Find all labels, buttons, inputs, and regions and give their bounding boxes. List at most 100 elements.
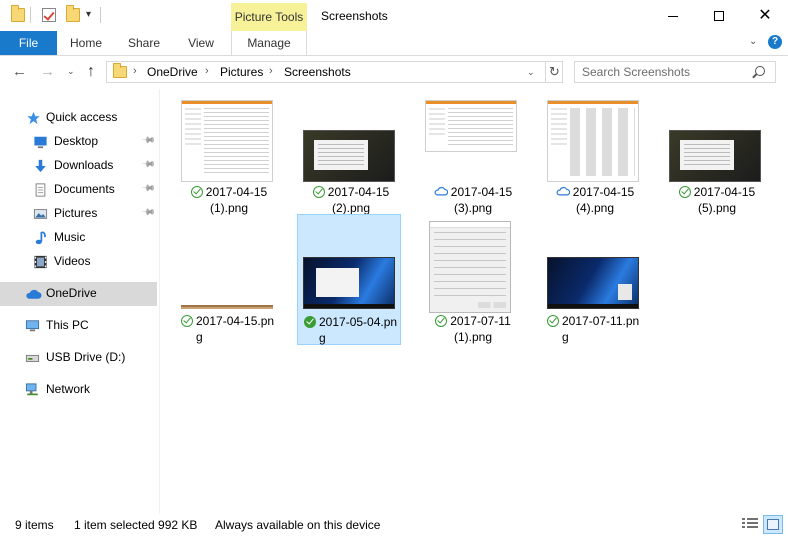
picture-tools-label: Picture Tools — [231, 3, 307, 31]
search-input[interactable]: Search Screenshots — [574, 61, 776, 83]
file-list: 2017-04-15 (1).png 2017-04-15 (2).png 20… — [161, 89, 788, 514]
sidebar-item-documents[interactable]: Documents 📌 — [0, 178, 157, 202]
file-name: 2017-04-15.pn g — [181, 313, 277, 345]
file-item-selected[interactable]: 2017-05-04.pn g — [297, 214, 401, 345]
documents-icon — [35, 183, 46, 197]
details-view-button[interactable] — [742, 517, 758, 531]
file-item[interactable]: 2017-07-11 (1).png — [419, 215, 523, 345]
file-name: 2017-04-15 (2).png — [303, 184, 399, 216]
thumbnail-view-icon — [767, 519, 779, 530]
thumbnail-image — [303, 130, 395, 182]
breadcrumb-screenshots[interactable]: Screenshots — [284, 65, 351, 79]
breadcrumb-separator[interactable]: › — [205, 65, 209, 77]
synced-icon — [435, 315, 448, 327]
thumbnail-image — [547, 100, 639, 182]
star-icon — [27, 111, 40, 125]
tab-view[interactable]: View — [173, 31, 229, 55]
folder-icon — [113, 63, 127, 78]
sidebar-item-pictures[interactable]: Pictures 📌 — [0, 202, 157, 226]
breadcrumb-separator[interactable]: › — [133, 65, 137, 77]
network-icon — [25, 383, 38, 396]
pin-icon[interactable]: 📌 — [141, 133, 156, 149]
help-icon[interactable]: ? — [768, 35, 782, 49]
sidebar-item-usb-drive[interactable]: USB Drive (D:) — [0, 346, 157, 370]
synced-icon — [678, 186, 691, 198]
recent-locations-button[interactable]: ⌄ — [67, 66, 75, 77]
music-icon — [35, 231, 46, 245]
sidebar-item-desktop[interactable]: Desktop 📌 — [0, 130, 157, 154]
thumbnail-image — [425, 100, 517, 152]
file-name: 2017-04-15 (3).png — [425, 184, 521, 216]
cloud-icon — [26, 289, 42, 299]
cloud-icon — [434, 186, 448, 198]
item-count: 9 items — [15, 518, 54, 532]
computer-icon — [25, 320, 40, 332]
sidebar-item-label: Desktop — [54, 134, 99, 148]
breadcrumb-onedrive[interactable]: OneDrive — [147, 65, 198, 79]
sidebar-item-label: Music — [54, 230, 86, 244]
selection-info: 1 item selected 992 KB — [74, 518, 198, 532]
sidebar-item-label: Videos — [54, 254, 91, 268]
pin-icon[interactable]: 📌 — [141, 181, 156, 197]
videos-icon — [34, 255, 47, 269]
tab-home[interactable]: Home — [57, 31, 115, 55]
sidebar-item-videos[interactable]: Videos — [0, 250, 157, 274]
sidebar-item-music[interactable]: Music — [0, 226, 157, 250]
close-button[interactable]: ✕ — [742, 0, 788, 31]
maximize-button[interactable] — [696, 0, 742, 31]
breadcrumb-pictures[interactable]: Pictures — [220, 65, 263, 79]
thumbnail-image — [303, 257, 395, 309]
address-dropdown-icon[interactable]: ⌄ — [527, 67, 535, 78]
folder-icon — [11, 5, 25, 22]
availability-status: Always available on this device — [215, 518, 381, 532]
file-item[interactable]: 2017-04-15 (2).png — [297, 94, 401, 222]
thumbnail-image — [429, 221, 511, 313]
file-item[interactable]: 2017-07-11.pn g — [541, 215, 645, 345]
minimize-icon — [668, 15, 678, 17]
status-bar: 9 items 1 item selected 992 KB Always av… — [0, 514, 788, 537]
large-icons-view-button[interactable] — [763, 515, 783, 534]
thumbnail-image — [181, 305, 273, 309]
file-name: 2017-07-11 (1).png — [425, 313, 521, 345]
up-button[interactable]: ↑ — [87, 63, 95, 81]
qat-dropdown-icon[interactable]: ▾ — [86, 9, 91, 20]
sidebar-item-label: Documents — [54, 182, 115, 196]
refresh-button[interactable]: ↻ — [545, 62, 563, 82]
file-item[interactable]: 2017-04-15 (1).png — [175, 94, 279, 222]
desktop-icon — [34, 136, 47, 149]
sidebar-item-label: Pictures — [54, 206, 98, 220]
tab-manage[interactable]: Manage — [231, 31, 307, 55]
properties-icon[interactable] — [42, 8, 56, 22]
file-item[interactable]: 2017-04-15.pn g — [175, 215, 279, 345]
address-bar[interactable]: › OneDrive › Pictures › Screenshots ⌄ ↻ — [106, 61, 563, 83]
sidebar-item-onedrive[interactable]: OneDrive — [0, 282, 157, 306]
synced-icon — [547, 315, 559, 327]
search-icon[interactable] — [755, 66, 765, 76]
file-name: 2017-04-15 (5).png — [669, 184, 765, 216]
sidebar-item-network[interactable]: Network — [0, 378, 157, 402]
file-item[interactable]: 2017-04-15 (5).png — [663, 94, 767, 222]
sidebar-item-label: This PC — [46, 318, 89, 332]
file-item[interactable]: 2017-04-15 (4).png — [541, 94, 645, 222]
thumbnail-image — [547, 257, 639, 309]
new-folder-icon[interactable] — [66, 5, 80, 22]
pin-icon[interactable]: 📌 — [141, 157, 156, 173]
synced-icon — [181, 315, 193, 327]
thumbnail-image — [181, 100, 273, 182]
forward-button[interactable]: → — [40, 63, 55, 80]
expand-ribbon-icon[interactable]: ⌄ — [749, 36, 757, 47]
sidebar-item-downloads[interactable]: Downloads 📌 — [0, 154, 157, 178]
tab-share[interactable]: Share — [115, 31, 173, 55]
breadcrumb-separator[interactable]: › — [269, 65, 273, 77]
sidebar-item-this-pc[interactable]: This PC — [0, 314, 157, 338]
tab-file[interactable]: File — [0, 31, 57, 55]
file-name: 2017-07-11.pn g — [547, 313, 643, 345]
pin-icon[interactable]: 📌 — [141, 205, 156, 221]
qat-separator — [100, 7, 101, 23]
minimize-button[interactable] — [650, 0, 696, 31]
file-item[interactable]: 2017-04-15 (3).png — [419, 94, 523, 222]
maximize-icon — [714, 11, 724, 22]
synced-icon — [304, 316, 316, 328]
sidebar-item-quick-access[interactable]: Quick access — [0, 106, 157, 130]
back-button[interactable]: ← — [12, 63, 27, 80]
